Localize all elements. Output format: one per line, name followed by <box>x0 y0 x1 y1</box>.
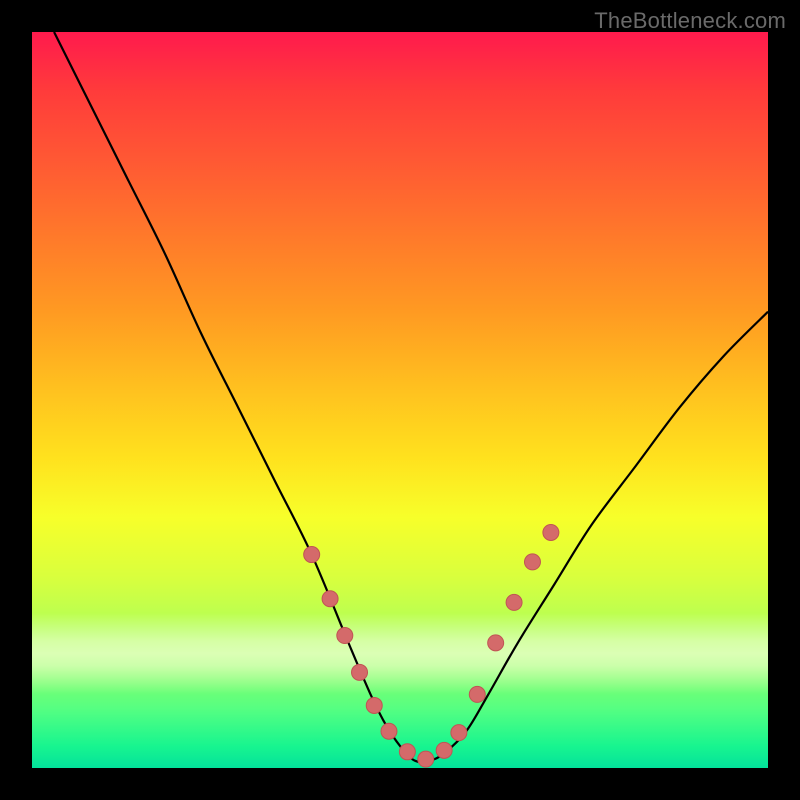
bottleneck-curve <box>54 32 768 762</box>
data-marker <box>337 628 353 644</box>
chart-frame: TheBottleneck.com <box>0 0 800 800</box>
data-marker <box>304 547 320 563</box>
data-marker <box>366 697 382 713</box>
data-marker <box>381 723 397 739</box>
data-marker <box>451 725 467 741</box>
data-marker <box>488 635 504 651</box>
data-marker <box>436 742 452 758</box>
data-marker <box>524 554 540 570</box>
curve-layer <box>32 32 768 768</box>
data-marker <box>506 594 522 610</box>
data-marker <box>418 751 434 767</box>
data-marker <box>399 744 415 760</box>
data-marker <box>543 524 559 540</box>
data-marker <box>322 591 338 607</box>
plot-area <box>32 32 768 768</box>
glow-band <box>32 613 768 694</box>
watermark-text: TheBottleneck.com <box>594 8 786 34</box>
data-marker <box>352 664 368 680</box>
data-marker <box>469 686 485 702</box>
